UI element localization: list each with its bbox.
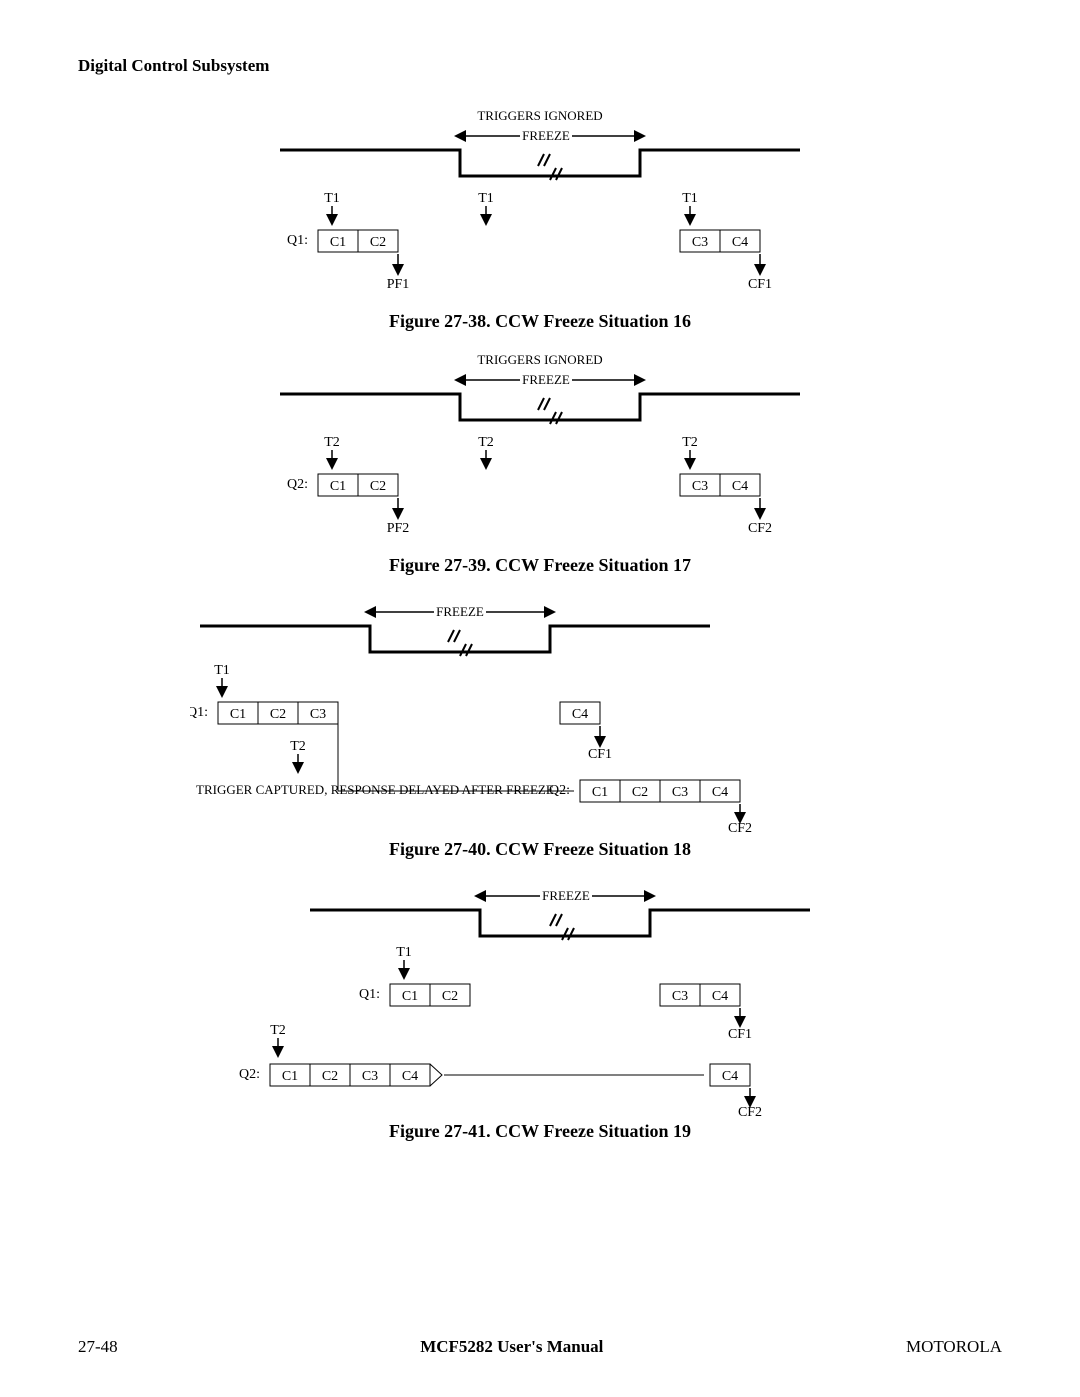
svg-text:C3: C3 (310, 707, 326, 722)
t1: T1 (214, 663, 230, 678)
svg-text:C4: C4 (722, 1069, 738, 1084)
svg-text:C2: C2 (632, 785, 648, 800)
c4: C4 (732, 235, 748, 250)
svg-text:C2: C2 (270, 707, 286, 722)
svg-text:C2: C2 (322, 1069, 338, 1084)
svg-text:C1: C1 (282, 1069, 298, 1084)
c1: C1 (330, 235, 346, 250)
t1-left: T1 (324, 191, 340, 206)
triggers-ignored-label: TRIGGERS IGNORED (477, 108, 602, 123)
q1-label: Q1: (190, 705, 208, 720)
svg-text:C4: C4 (732, 479, 748, 494)
figure-38: TRIGGERS IGNORED FREEZE T1 T1 T1 Q1: C1 … (78, 106, 1002, 332)
t2: T2 (270, 1023, 286, 1038)
t1-right: T1 (682, 191, 698, 206)
triggers-ignored-label: TRIGGERS IGNORED (477, 352, 602, 367)
pf2: PF2 (387, 521, 410, 536)
q1-label: Q1: (359, 987, 380, 1002)
figure-39-caption: Figure 27-39. CCW Freeze Situation 17 (78, 555, 1002, 576)
cf1: CF1 (728, 1027, 752, 1042)
figure-41: FREEZE T1 Q1: C1 C2 C3 C4 T2 CF1 Q2: (78, 878, 1002, 1142)
section-title: Digital Control Subsystem (78, 56, 1002, 76)
svg-text:C3: C3 (362, 1069, 378, 1084)
svg-text:C4: C4 (712, 989, 728, 1004)
t1: T1 (396, 945, 412, 960)
page-footer: 27-48 MCF5282 User's Manual MOTOROLA (78, 1337, 1002, 1357)
c2: C2 (370, 235, 386, 250)
page-number: 27-48 (78, 1337, 118, 1357)
freeze-label: FREEZE (542, 888, 590, 903)
cf2: CF2 (728, 821, 752, 834)
svg-text:C3: C3 (692, 479, 708, 494)
svg-text:C1: C1 (592, 785, 608, 800)
figure-39: TRIGGERS IGNORED FREEZE T2 T2 T2 Q2: C1 … (78, 350, 1002, 576)
freeze-label: FREEZE (522, 372, 570, 387)
t2-right: T2 (682, 435, 698, 450)
cf1: CF1 (588, 747, 612, 762)
cf2: CF2 (738, 1105, 762, 1116)
t2-left: T2 (324, 435, 340, 450)
manual-title: MCF5282 User's Manual (420, 1337, 603, 1357)
svg-text:C2: C2 (442, 989, 458, 1004)
svg-text:C3: C3 (672, 785, 688, 800)
cf2: CF2 (748, 521, 772, 536)
svg-text:C4: C4 (572, 707, 588, 722)
t2: T2 (290, 739, 306, 754)
t1-mid: T1 (478, 191, 494, 206)
figure-40: FREEZE T1 Q1: C1 C2 C3 C4 T2 CF1 TRIGGER (78, 594, 1002, 860)
trigger-delayed-label: TRIGGER CAPTURED, RESPONSE DELAYED AFTER… (196, 782, 554, 797)
svg-text:C4: C4 (712, 785, 728, 800)
t2-mid: T2 (478, 435, 494, 450)
cf1: CF1 (748, 277, 772, 292)
figure-40-caption: Figure 27-40. CCW Freeze Situation 18 (78, 839, 1002, 860)
brand: MOTOROLA (906, 1337, 1002, 1357)
figure-41-caption: Figure 27-41. CCW Freeze Situation 19 (78, 1121, 1002, 1142)
svg-text:C1: C1 (330, 479, 346, 494)
q2-label: Q2: (287, 477, 308, 492)
q2-label: Q2: (239, 1067, 260, 1082)
freeze-label: FREEZE (436, 604, 484, 619)
q1-label: Q1: (287, 233, 308, 248)
figure-38-caption: Figure 27-38. CCW Freeze Situation 16 (78, 311, 1002, 332)
pf1: PF1 (387, 277, 410, 292)
svg-text:C1: C1 (230, 707, 246, 722)
svg-text:C4: C4 (402, 1069, 418, 1084)
svg-text:C2: C2 (370, 479, 386, 494)
svg-text:C3: C3 (672, 989, 688, 1004)
c3: C3 (692, 235, 708, 250)
svg-text:C1: C1 (402, 989, 418, 1004)
freeze-label: FREEZE (522, 128, 570, 143)
